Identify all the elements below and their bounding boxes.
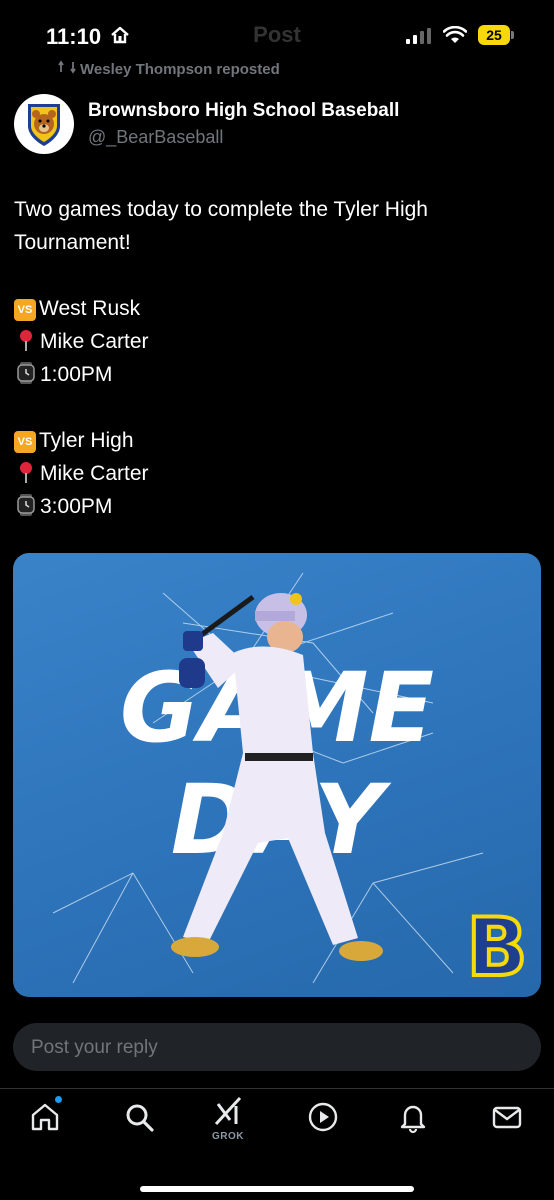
avatar[interactable] <box>14 94 74 154</box>
battery-level: 25 <box>478 25 510 45</box>
home-indicator <box>140 1186 414 1192</box>
game-opponent: VS Tyler High <box>14 424 534 457</box>
author-handle[interactable]: @_BearBaseball <box>88 127 223 148</box>
author-name[interactable]: Brownsboro High School Baseball <box>88 100 399 122</box>
watch-icon <box>17 362 35 384</box>
post-body: Two games today to complete the Tyler Hi… <box>14 193 534 523</box>
b-logo-icon: B <box>465 899 530 996</box>
game-time: 3:00PM <box>14 490 534 523</box>
bear-logo-icon <box>28 104 60 146</box>
game-location: Mike Carter <box>14 457 534 490</box>
video-icon[interactable] <box>306 1100 340 1134</box>
wifi-icon <box>443 26 467 43</box>
location-name: Mike Carter <box>40 462 149 485</box>
game-opponent: VS West Rusk <box>14 292 534 325</box>
signal-icon <box>406 28 431 44</box>
battery-icon: 25 <box>478 25 516 45</box>
search-icon[interactable] <box>122 1100 156 1134</box>
location-name: Mike Carter <box>40 330 149 353</box>
vs-icon: VS <box>14 431 36 453</box>
time-text: 3:00PM <box>40 495 113 518</box>
pin-icon <box>20 462 32 483</box>
pin-icon <box>20 330 32 351</box>
clock: 11:10 <box>46 24 102 49</box>
opponent-name: West Rusk <box>39 297 141 320</box>
repost-indicator[interactable]: Wesley Thompson reposted <box>58 60 280 78</box>
time-text: 1:00PM <box>40 363 113 386</box>
svg-text:B: B <box>467 901 528 994</box>
vs-icon: VS <box>14 299 36 321</box>
bell-icon[interactable] <box>396 1100 430 1134</box>
grok-label: GROK <box>212 1131 244 1142</box>
opponent-name: Tyler High <box>39 429 134 452</box>
repost-text: Wesley Thompson reposted <box>80 61 280 78</box>
post-media-image[interactable]: GAME DAY B <box>13 553 541 997</box>
watch-icon <box>17 494 35 516</box>
home-icon[interactable] <box>28 1100 62 1134</box>
grok-icon[interactable] <box>212 1096 244 1126</box>
repost-icon <box>58 60 80 78</box>
home-status-icon <box>111 26 129 44</box>
mail-icon[interactable] <box>490 1100 524 1134</box>
reply-input[interactable]: Post your reply <box>13 1023 541 1071</box>
post-line: Tournament! <box>14 231 131 254</box>
battery-cap <box>511 31 514 39</box>
divider <box>0 1088 554 1089</box>
game-time: 1:00PM <box>14 358 534 391</box>
post-line: Two games today to complete the Tyler Hi… <box>14 198 428 221</box>
reply-placeholder: Post your reply <box>31 1037 158 1058</box>
game-location: Mike Carter <box>14 325 534 358</box>
game-day-graphic: GAME DAY B <box>52 572 530 996</box>
